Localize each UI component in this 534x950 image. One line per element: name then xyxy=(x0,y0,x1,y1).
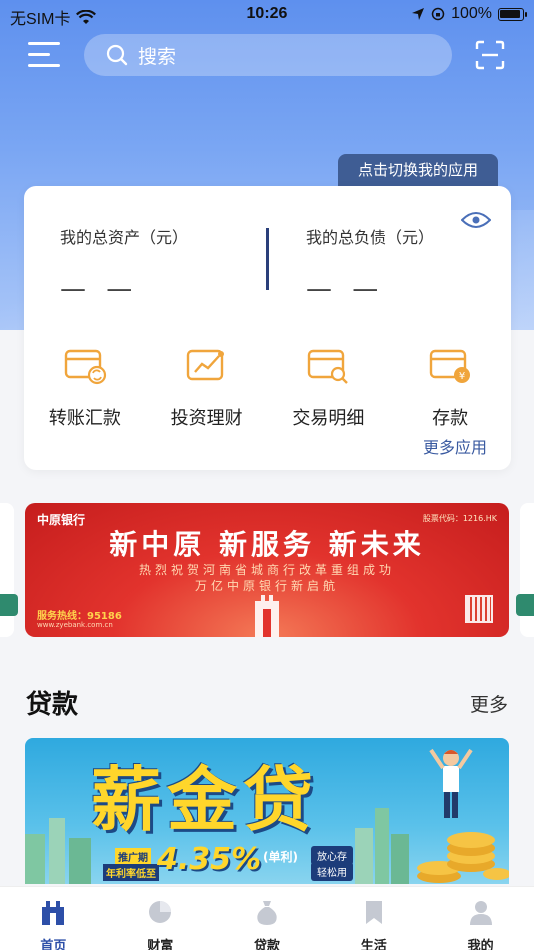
total-assets-label: 我的总资产（元） xyxy=(60,228,189,247)
next-banner-strip xyxy=(516,594,534,616)
transaction-search-icon xyxy=(308,349,349,384)
battery-icon xyxy=(498,7,527,21)
qr-code-icon xyxy=(465,595,493,623)
tab-wealth[interactable]: 财富 xyxy=(107,887,214,950)
money-bag-icon xyxy=(257,901,277,925)
tower-emblem-icon xyxy=(255,595,279,637)
user-profile-icon xyxy=(469,901,492,925)
transfer-card-icon xyxy=(64,349,106,385)
search-icon xyxy=(106,44,128,66)
app-investment[interactable]: 投资理财 xyxy=(146,346,268,430)
banner-hotline: 服务热线：95186 xyxy=(37,611,122,622)
investment-chart-icon xyxy=(186,349,224,381)
loan-rate-note: (单利) xyxy=(263,850,298,864)
tab-wealth-label: 财富 xyxy=(147,939,174,950)
total-assets-value: — — xyxy=(60,274,139,304)
asset-divider xyxy=(266,228,269,290)
quick-apps: 转账汇款 投资理财 交易明细 ¥ 存款 xyxy=(24,346,511,430)
menu-icon[interactable] xyxy=(28,42,60,68)
battery-percent: 100% xyxy=(451,5,492,22)
tab-loans[interactable]: 贷款 xyxy=(214,887,321,950)
tab-mine-label: 我的 xyxy=(467,939,494,950)
status-bar: 无SIM卡 10:26 100% xyxy=(0,0,534,30)
banner-title: 新中原 新服务 新未来 xyxy=(109,528,425,561)
search-input[interactable]: 搜索 xyxy=(84,34,452,76)
banner-url: www.zyebank.com.cn xyxy=(37,621,113,629)
home-tower-icon xyxy=(42,901,65,925)
app-transactions-label: 交易明细 xyxy=(292,408,365,429)
loan-banner[interactable]: 薪金贷 推广期 年利率低至 4.35% (单利) 放心存 轻松用 xyxy=(25,738,509,884)
more-apps-link[interactable]: 更多应用 xyxy=(423,434,487,458)
loan-badge-2: 轻松用 xyxy=(311,862,353,881)
banner-subtitle-1: 热烈祝贺河南省城商行改革重组成功 xyxy=(138,563,395,577)
app-deposit-label: 存款 xyxy=(432,408,469,429)
tab-life-label: 生活 xyxy=(360,939,387,950)
gold-coins-icon xyxy=(417,832,509,883)
loan-banner-title: 薪金贷 xyxy=(91,758,319,841)
tab-home[interactable]: 首页 xyxy=(0,887,107,950)
app-transfer[interactable]: 转账汇款 xyxy=(24,346,146,430)
cheering-man-icon xyxy=(429,748,473,818)
tab-life[interactable]: 生活 xyxy=(320,887,427,950)
total-debt[interactable]: 我的总负债（元） — — xyxy=(306,224,434,304)
promo-banner[interactable]: 中原银行 股票代码：1216.HK 新中原 新服务 新未来 热烈祝贺河南省城商行… xyxy=(25,503,509,637)
app-transfer-label: 转账汇款 xyxy=(48,408,121,429)
search-placeholder: 搜索 xyxy=(138,45,177,68)
asset-card: 我的总资产（元） — — 我的总负债（元） — — 转账汇款 投资理财 交易明细… xyxy=(24,186,511,470)
bottom-tab-bar: 首页 财富 贷款 生活 我的 xyxy=(0,886,534,950)
eye-icon[interactable] xyxy=(461,210,491,230)
total-assets[interactable]: 我的总资产（元） — — xyxy=(60,224,188,304)
annual-rate-tag: 年利率低至 xyxy=(103,864,159,881)
tab-loans-label: 贷款 xyxy=(253,939,280,950)
deposit-card-icon: ¥ xyxy=(429,349,471,383)
promo-period-tag: 推广期 xyxy=(115,848,151,865)
top-bar: 搜索 xyxy=(0,34,534,76)
app-investment-label: 投资理财 xyxy=(170,408,243,429)
prev-banner-strip xyxy=(0,594,18,616)
loan-rate: 4.35% xyxy=(157,842,262,877)
app-deposit[interactable]: ¥ 存款 xyxy=(389,346,511,430)
tab-home-label: 首页 xyxy=(40,939,67,950)
loan-more-link[interactable]: 更多 xyxy=(470,690,508,717)
pie-chart-icon xyxy=(149,901,172,923)
tab-mine[interactable]: 我的 xyxy=(427,887,534,950)
next-banner-peek xyxy=(520,503,534,637)
app-transactions[interactable]: 交易明细 xyxy=(268,346,390,430)
switch-apps-tip[interactable]: 点击切换我的应用 xyxy=(338,154,498,186)
total-debt-value: — — xyxy=(306,274,385,304)
total-debt-label: 我的总负债（元） xyxy=(306,228,435,247)
scan-icon[interactable] xyxy=(474,39,506,71)
bookmark-icon xyxy=(365,901,382,924)
location-arrow-icon xyxy=(412,8,425,20)
loan-section-title: 贷款 xyxy=(26,690,79,720)
svg-text:¥: ¥ xyxy=(459,371,465,382)
prev-banner-peek xyxy=(0,503,14,637)
orientation-lock-icon xyxy=(431,7,445,21)
